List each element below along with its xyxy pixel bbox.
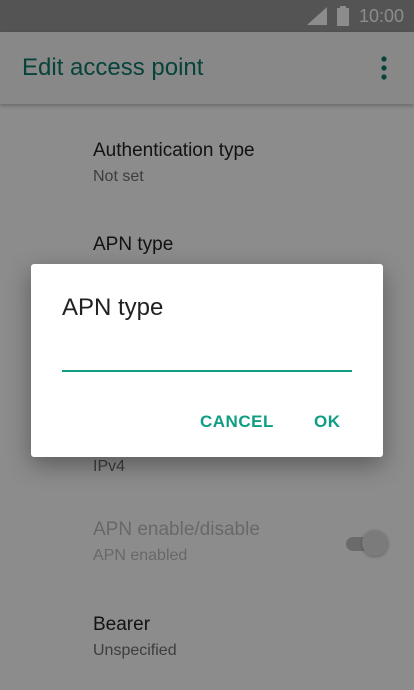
dialog-title: APN type [62, 294, 164, 321]
ok-button[interactable]: OK [314, 412, 341, 432]
apn-type-input[interactable] [62, 342, 352, 372]
cancel-button[interactable]: CANCEL [200, 412, 274, 432]
apn-type-dialog: APN type CANCEL OK [31, 264, 383, 457]
